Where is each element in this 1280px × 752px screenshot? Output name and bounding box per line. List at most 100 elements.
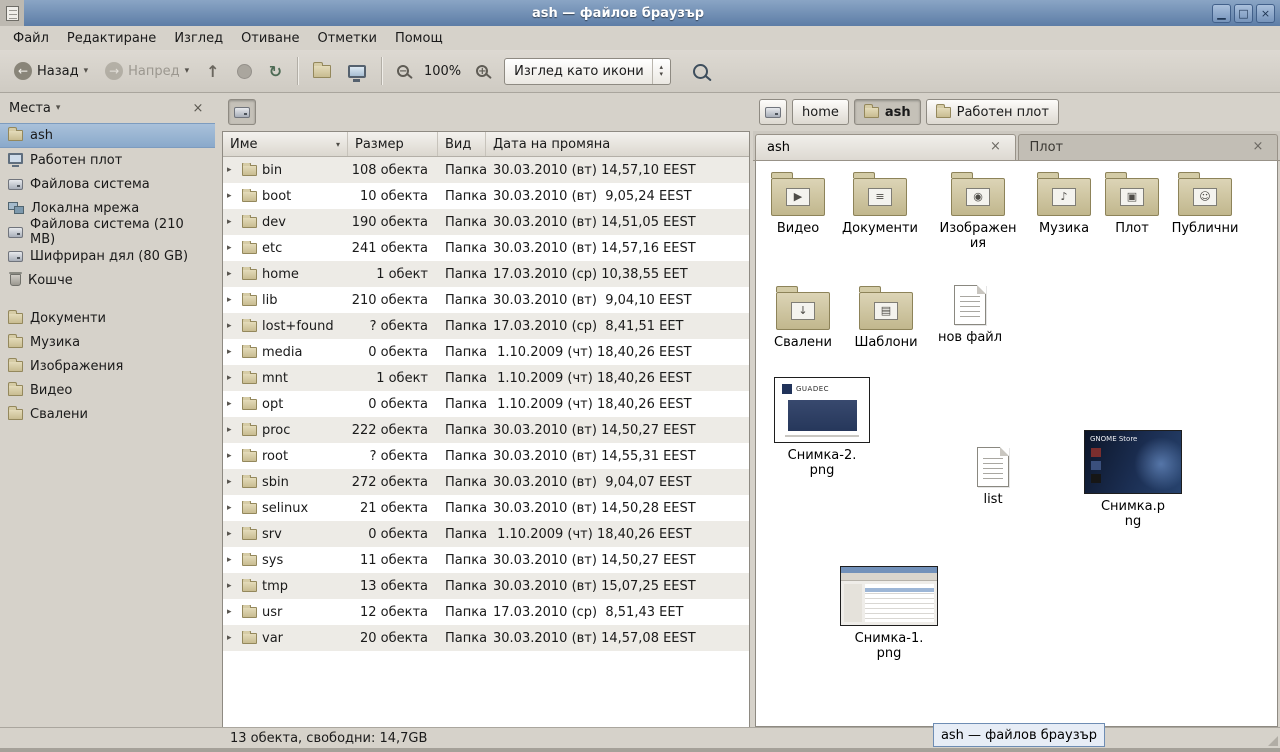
tab-1[interactable]: Плот×: [1018, 134, 1279, 160]
expander-icon[interactable]: ▸: [227, 503, 237, 513]
tab-0[interactable]: ash×: [755, 134, 1016, 160]
column-header-1[interactable]: Размер: [348, 132, 438, 156]
column-header-0[interactable]: Име▾: [223, 132, 348, 156]
column-header-3[interactable]: Дата на промяна: [486, 132, 749, 156]
icon-view-item-2[interactable]: ◉Изображения: [936, 171, 1020, 252]
tree-row[interactable]: ▸proc222 обектаПапка30.03.2010 (вт) 14,5…: [223, 417, 749, 443]
path-button-0[interactable]: home: [792, 99, 849, 125]
reload-button[interactable]: ↻: [262, 56, 289, 87]
expander-icon[interactable]: ▸: [227, 217, 237, 227]
taskbar-window-label[interactable]: ash — файлов браузър: [933, 723, 1105, 747]
sidebar-title[interactable]: Места: [9, 101, 51, 116]
sidebar-item-11[interactable]: Видео: [0, 378, 215, 402]
menu-item-2[interactable]: Изглед: [165, 28, 232, 49]
tree-row[interactable]: ▸usr12 обектаПапка17.03.2010 (ср) 8,51,4…: [223, 599, 749, 625]
sidebar-dropdown-icon[interactable]: ▾: [56, 103, 61, 113]
icon-view-item-4[interactable]: ▣Плот: [1090, 171, 1174, 237]
sidebar-item-8[interactable]: Документи: [0, 306, 215, 330]
menu-item-4[interactable]: Отметки: [308, 28, 385, 49]
root-path-button[interactable]: [228, 99, 256, 125]
up-button[interactable]: ↑: [199, 56, 226, 87]
expander-icon[interactable]: ▸: [227, 373, 237, 383]
menu-item-0[interactable]: Файл: [4, 28, 58, 49]
tree-row[interactable]: ▸etc241 обектаПапка30.03.2010 (вт) 14,57…: [223, 235, 749, 261]
expander-icon[interactable]: ▸: [227, 347, 237, 357]
computer-button[interactable]: [341, 56, 373, 87]
expander-icon[interactable]: ▸: [227, 269, 237, 279]
expander-icon[interactable]: ▸: [227, 451, 237, 461]
icon-view-item-1[interactable]: ≡Документи: [838, 171, 922, 237]
expander-icon[interactable]: ▸: [227, 425, 237, 435]
expander-icon[interactable]: ▸: [227, 581, 237, 591]
icon-view-item-5[interactable]: ☺Публични: [1163, 171, 1247, 237]
icon-view-item-12[interactable]: Снимка-1.png: [837, 566, 941, 662]
tree-row[interactable]: ▸lost+found? обектаПапка17.03.2010 (ср) …: [223, 313, 749, 339]
tree-row[interactable]: ▸opt0 обектаПапка 1.10.2009 (чт) 18,40,2…: [223, 391, 749, 417]
zoom-in-button[interactable]: +: [469, 56, 495, 87]
tab-close-button[interactable]: ×: [988, 140, 1004, 156]
sidebar-item-9[interactable]: Музика: [0, 330, 215, 354]
menu-item-3[interactable]: Отиване: [232, 28, 308, 49]
expander-icon[interactable]: ▸: [227, 321, 237, 331]
window-menu-button[interactable]: [0, 0, 24, 26]
search-button[interactable]: [686, 56, 716, 86]
expander-icon[interactable]: ▸: [227, 295, 237, 305]
close-button[interactable]: ×: [1256, 4, 1275, 23]
back-chevron-icon[interactable]: ▾: [84, 66, 89, 76]
tab-close-button[interactable]: ×: [1250, 140, 1266, 156]
column-header-2[interactable]: Вид: [438, 132, 486, 156]
icon-view-item-6[interactable]: ↓Свалени: [761, 285, 845, 351]
sidebar-item-10[interactable]: Изображения: [0, 354, 215, 378]
expander-icon[interactable]: ▸: [227, 243, 237, 253]
tree-row[interactable]: ▸boot10 обектаПапка30.03.2010 (вт) 9,05,…: [223, 183, 749, 209]
tree-row[interactable]: ▸selinux21 обектаПапка30.03.2010 (вт) 14…: [223, 495, 749, 521]
tree-row[interactable]: ▸bin108 обектаПапка30.03.2010 (вт) 14,57…: [223, 157, 749, 183]
tree-row[interactable]: ▸var20 обектаПапка30.03.2010 (вт) 14,57,…: [223, 625, 749, 651]
menu-item-1[interactable]: Редактиране: [58, 28, 165, 49]
back-button[interactable]: ← Назад ▾: [7, 56, 95, 87]
tree-row[interactable]: ▸media0 обектаПапка 1.10.2009 (чт) 18,40…: [223, 339, 749, 365]
expander-icon[interactable]: ▸: [227, 399, 237, 409]
expander-icon[interactable]: ▸: [227, 555, 237, 565]
expander-icon[interactable]: ▸: [227, 165, 237, 175]
tree-row[interactable]: ▸home1 обектПапка17.03.2010 (ср) 10,38,5…: [223, 261, 749, 287]
sidebar-item-2[interactable]: Файлова система: [0, 172, 215, 196]
tree-row[interactable]: ▸sys11 обектаПапка30.03.2010 (вт) 14,50,…: [223, 547, 749, 573]
sidebar-item-6[interactable]: Кошче: [0, 268, 215, 292]
sidebar-item-12[interactable]: Свалени: [0, 402, 215, 426]
sidebar-close-button[interactable]: ×: [190, 101, 206, 116]
icon-view[interactable]: ▶Видео≡Документи◉Изображения♪Музика▣Плот…: [755, 161, 1278, 727]
maximize-button[interactable]: □: [1234, 4, 1253, 23]
icon-view-item-0[interactable]: ▶Видео: [756, 171, 840, 237]
expander-icon[interactable]: ▸: [227, 191, 237, 201]
icon-view-item-7[interactable]: ▤Шаблони: [844, 285, 928, 351]
pane-splitter[interactable]: [215, 93, 222, 727]
forward-button[interactable]: → Напред ▾: [98, 56, 196, 87]
tree-row[interactable]: ▸dev190 обектаПапка30.03.2010 (вт) 14,51…: [223, 209, 749, 235]
root-path-button[interactable]: [759, 99, 787, 125]
path-button-2[interactable]: Работен плот: [926, 99, 1059, 125]
tree-row[interactable]: ▸mnt1 обектПапка 1.10.2009 (чт) 18,40,26…: [223, 365, 749, 391]
path-button-1[interactable]: ash: [854, 99, 921, 125]
sidebar-item-4[interactable]: Файлова система (210 MB): [0, 220, 215, 244]
expander-icon[interactable]: ▸: [227, 607, 237, 617]
icon-view-item-10[interactable]: list: [951, 447, 1035, 508]
tree-row[interactable]: ▸srv0 обектаПапка 1.10.2009 (чт) 18,40,2…: [223, 521, 749, 547]
tree-row[interactable]: ▸sbin272 обектаПапка30.03.2010 (вт) 9,04…: [223, 469, 749, 495]
tree-row[interactable]: ▸root? обектаПапка30.03.2010 (вт) 14,55,…: [223, 443, 749, 469]
expander-icon[interactable]: ▸: [227, 633, 237, 643]
expander-icon[interactable]: ▸: [227, 529, 237, 539]
tree-row[interactable]: ▸lib210 обектаПапка30.03.2010 (вт) 9,04,…: [223, 287, 749, 313]
icon-view-item-9[interactable]: GUADECСнимка-2.png: [770, 377, 874, 479]
menu-item-5[interactable]: Помощ: [386, 28, 452, 49]
resize-grip[interactable]: [1268, 736, 1278, 746]
minimize-button[interactable]: ▁: [1212, 4, 1231, 23]
sidebar-item-0[interactable]: ash: [0, 123, 215, 148]
tree-row[interactable]: ▸tmp13 обектаПапка30.03.2010 (вт) 15,07,…: [223, 573, 749, 599]
expander-icon[interactable]: ▸: [227, 477, 237, 487]
icon-view-item-8[interactable]: нов файл: [928, 285, 1012, 346]
zoom-out-button[interactable]: −: [390, 56, 416, 87]
view-mode-select[interactable]: Изглед като икони ▴▾: [504, 58, 671, 85]
stop-button[interactable]: [230, 56, 259, 87]
icon-view-item-11[interactable]: GNOME StoreСнимка.png: [1081, 430, 1185, 530]
